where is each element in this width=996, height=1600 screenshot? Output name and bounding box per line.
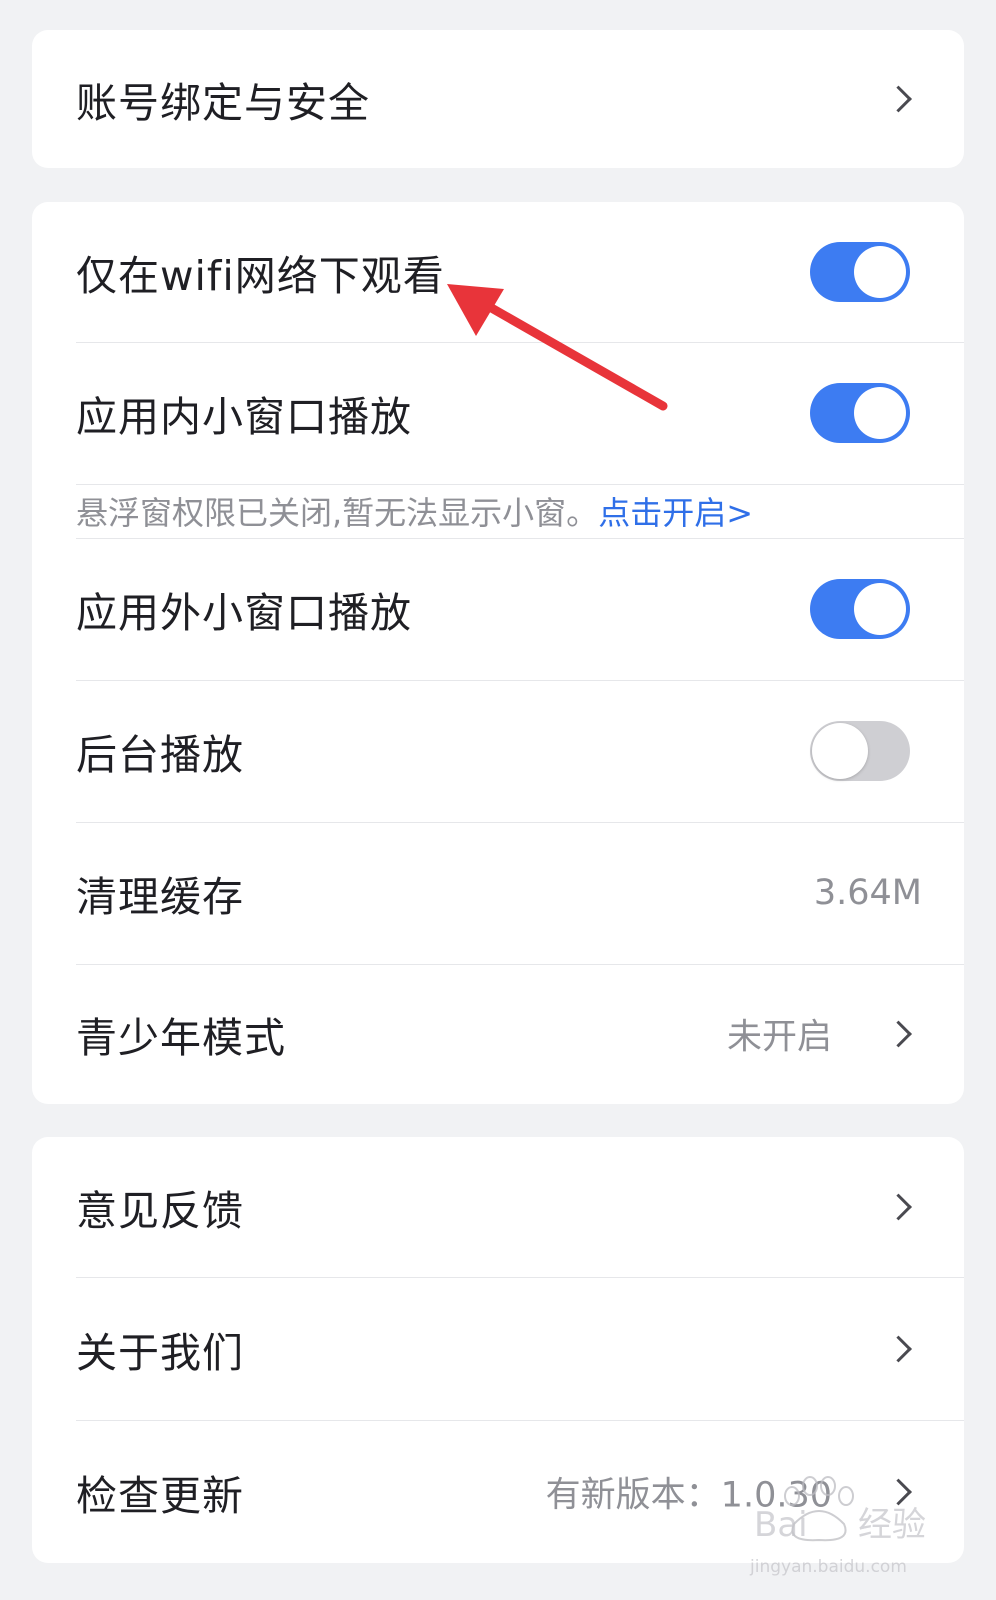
account-security-row[interactable]: 账号绑定与安全	[32, 30, 964, 168]
wifi-only-row: 仅在wifi网络下观看	[32, 202, 964, 342]
toggle-knob	[812, 723, 868, 779]
in-app-pip-toggle[interactable]	[810, 383, 910, 443]
divider	[76, 1277, 964, 1278]
check-update-label: 检查更新	[76, 1471, 244, 1520]
divider	[76, 342, 964, 343]
wifi-only-toggle[interactable]	[810, 242, 910, 302]
feedback-row[interactable]: 意见反馈	[32, 1137, 964, 1277]
toggle-knob	[854, 387, 906, 439]
background-play-toggle[interactable]	[810, 721, 910, 781]
toggle-knob	[854, 583, 906, 635]
teen-mode-status: 未开启	[726, 1017, 832, 1058]
background-play-row: 后台播放	[32, 680, 964, 822]
chevron-right-icon	[885, 85, 912, 113]
clear-cache-row[interactable]: 清理缓存 3.64M	[32, 822, 964, 964]
cache-size-value: 3.64M	[813, 873, 922, 913]
account-card: 账号绑定与安全	[32, 30, 964, 168]
teen-mode-label: 青少年模式	[76, 1014, 286, 1062]
out-app-pip-row: 应用外小窗口播放	[32, 538, 964, 680]
background-play-label: 后台播放	[76, 731, 244, 779]
divider	[76, 538, 964, 539]
playback-settings-card: 仅在wifi网络下观看 应用内小窗口播放 悬浮窗权限已关闭,暂无法显示小窗。点击…	[32, 202, 964, 1104]
out-app-pip-label: 应用外小窗口播放	[76, 589, 412, 637]
clear-cache-label: 清理缓存	[76, 873, 244, 921]
enable-permission-link[interactable]: 点击开启>	[598, 494, 753, 532]
wifi-only-label: 仅在wifi网络下观看	[76, 252, 445, 300]
chevron-right-icon	[885, 1020, 912, 1048]
permission-notice: 悬浮窗权限已关闭,暂无法显示小窗。点击开启>	[32, 484, 964, 538]
divider	[76, 680, 964, 681]
in-app-pip-row: 应用内小窗口播放	[32, 342, 964, 484]
chevron-right-icon	[885, 1478, 912, 1505]
about-us-row[interactable]: 关于我们	[32, 1277, 964, 1420]
divider	[76, 1420, 964, 1421]
out-app-pip-toggle[interactable]	[810, 579, 910, 639]
divider	[76, 484, 964, 485]
divider	[76, 822, 964, 823]
divider	[76, 964, 964, 965]
permission-notice-text: 悬浮窗权限已关闭,暂无法显示小窗。点击开启>	[76, 488, 753, 534]
chevron-right-icon	[885, 1193, 912, 1221]
teen-mode-row[interactable]: 青少年模式 未开启	[32, 964, 964, 1104]
permission-notice-message: 悬浮窗权限已关闭,暂无法显示小窗。	[76, 494, 599, 532]
about-card: 意见反馈 关于我们 检查更新 有新版本：1.0.30	[32, 1137, 964, 1563]
check-update-row[interactable]: 检查更新 有新版本：1.0.30	[32, 1420, 964, 1563]
about-us-label: 关于我们	[76, 1328, 244, 1377]
feedback-label: 意见反馈	[76, 1187, 244, 1235]
account-security-label: 账号绑定与安全	[76, 79, 370, 127]
in-app-pip-label: 应用内小窗口播放	[76, 393, 412, 441]
chevron-right-icon	[885, 1335, 912, 1362]
toggle-knob	[854, 246, 906, 298]
update-status: 有新版本：1.0.30	[545, 1475, 832, 1515]
